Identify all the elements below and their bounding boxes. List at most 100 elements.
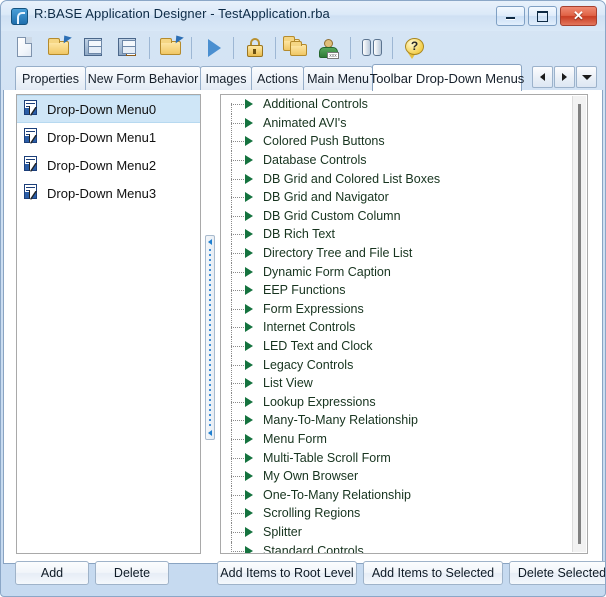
tree-row-label: DB Grid and Colored List Boxes — [263, 171, 441, 186]
tree-expander-icon[interactable] — [245, 173, 257, 184]
list-item[interactable]: Drop-Down Menu0 — [17, 95, 200, 123]
tree-row[interactable]: DB Grid and Navigator — [221, 188, 573, 208]
tree-row[interactable]: Dynamic Form Caption — [221, 262, 573, 282]
tree-row[interactable]: LED Text and Clock — [221, 337, 573, 357]
tree-row[interactable]: List View — [221, 374, 573, 394]
tab-toolbar-drop-down-menus[interactable]: Toolbar Drop-Down Menus — [369, 64, 525, 91]
splitter-collapse-left-icon-bottom — [208, 430, 212, 436]
tree-expander-icon[interactable] — [245, 210, 257, 221]
drop-down-menu-list[interactable]: Drop-Down Menu0 Drop-Down Menu1 Drop-Dow… — [16, 94, 201, 554]
add-items-to-root-button[interactable]: Add Items to Root Level — [217, 561, 357, 585]
tree-expander-icon[interactable] — [245, 303, 257, 314]
help-icon[interactable] — [400, 34, 428, 62]
add-items-to-selected-button[interactable]: Add Items to Selected — [363, 561, 503, 585]
tree-expander-icon[interactable] — [245, 433, 257, 444]
tree-row-label: DB Rich Text — [263, 227, 336, 242]
tree-connector — [231, 541, 245, 553]
tree-row[interactable]: One-To-Many Relationship — [221, 485, 573, 505]
tree-expander-icon[interactable] — [245, 396, 257, 407]
tree-row[interactable]: Multi-Table Scroll Form — [221, 448, 573, 468]
tree-row[interactable]: EEP Functions — [221, 281, 573, 301]
tree-row[interactable]: Menu Form — [221, 429, 573, 449]
list-item-label: Drop-Down Menu3 — [47, 185, 157, 201]
copy-folder-icon[interactable] — [283, 34, 311, 62]
tree-expander-icon[interactable] — [245, 378, 257, 389]
toolbar-separator — [275, 37, 276, 59]
delete-button[interactable]: Delete — [95, 561, 169, 585]
form-tree-panel[interactable]: Additional Controls Animated AVI's Colored… — [220, 94, 588, 554]
list-item[interactable]: Drop-Down Menu2 — [17, 151, 200, 179]
tree-expander-icon[interactable] — [245, 322, 257, 333]
tree-row-label: One-To-Many Relationship — [263, 487, 411, 502]
tree-row[interactable]: My Own Browser — [221, 467, 573, 487]
tree-expander-icon[interactable] — [245, 266, 257, 277]
list-item[interactable]: Drop-Down Menu1 — [17, 123, 200, 151]
tab-scroll-left-button[interactable] — [532, 66, 553, 88]
run-icon[interactable] — [199, 34, 227, 62]
tree-row[interactable]: Splitter — [221, 522, 573, 542]
tree-row[interactable]: DB Grid and Colored List Boxes — [221, 169, 573, 189]
save-icon[interactable] — [79, 34, 107, 62]
tree-expander-icon[interactable] — [245, 99, 257, 110]
tree-expander-icon[interactable] — [245, 545, 257, 553]
tree-expander-icon[interactable] — [245, 452, 257, 463]
tab-list-dropdown-button[interactable] — [576, 66, 597, 88]
binoculars-icon[interactable] — [358, 34, 386, 62]
tree-expander-icon[interactable] — [245, 526, 257, 537]
tree-expander-icon[interactable] — [245, 508, 257, 519]
tab-main-menu[interactable]: Main Menu — [303, 66, 373, 90]
open-recent-icon[interactable] — [157, 32, 185, 62]
tree-row[interactable]: Legacy Controls — [221, 355, 573, 375]
tree-expander-icon[interactable] — [245, 192, 257, 203]
tab-actions[interactable]: Actions — [251, 66, 304, 90]
tree-row[interactable]: Many-To-Many Relationship — [221, 411, 573, 431]
minimize-button[interactable] — [496, 6, 525, 26]
tree-row[interactable]: Animated AVI's — [221, 113, 573, 133]
tree-expander-icon[interactable] — [245, 248, 257, 259]
tree-row[interactable]: Scrolling Regions — [221, 504, 573, 524]
lock-icon[interactable] — [241, 34, 269, 62]
tree-connector — [231, 132, 245, 152]
tree-expander-icon[interactable] — [245, 471, 257, 482]
tree-row[interactable]: Internet Controls — [221, 318, 573, 338]
tree-expander-icon[interactable] — [245, 341, 257, 352]
tree-expander-icon[interactable] — [245, 136, 257, 147]
user-icon[interactable]: xxx — [314, 34, 342, 62]
tree-row[interactable]: Standard Controls — [221, 541, 573, 553]
tree-expander-icon[interactable] — [245, 117, 257, 128]
tree-expander-icon[interactable] — [245, 155, 257, 166]
tree-row[interactable]: DB Grid Custom Column — [221, 206, 573, 226]
add-button[interactable]: Add — [15, 561, 89, 585]
tree-row[interactable]: DB Rich Text — [221, 225, 573, 245]
tab-new-form-behavior[interactable]: New Form Behavior — [85, 66, 201, 90]
close-button[interactable]: ✕ — [560, 6, 597, 26]
tree-expander-icon[interactable] — [245, 285, 257, 296]
maximize-button[interactable] — [528, 6, 557, 26]
tab-strip: Properties New Form Behavior Images Acti… — [1, 64, 605, 91]
delete-selected-button[interactable]: Delete Selected — [509, 561, 605, 585]
tab-properties[interactable]: Properties — [15, 66, 86, 90]
tree-vertical-scrollbar[interactable] — [572, 96, 586, 552]
tree-row[interactable]: Additional Controls — [221, 95, 573, 115]
tab-label: Images — [205, 71, 247, 86]
tree-row[interactable]: Colored Push Buttons — [221, 132, 573, 152]
tree-row[interactable]: Directory Tree and File List — [221, 244, 573, 264]
panel-splitter[interactable] — [205, 235, 215, 440]
tree-expander-icon[interactable] — [245, 359, 257, 370]
tab-scroll-right-button[interactable] — [554, 66, 575, 88]
tree-expander-icon[interactable] — [245, 229, 257, 240]
tree-row[interactable]: Form Expressions — [221, 299, 573, 319]
tree-row[interactable]: Database Controls — [221, 151, 573, 171]
new-file-icon[interactable] — [11, 34, 39, 62]
tab-images[interactable]: Images — [200, 66, 252, 90]
list-item[interactable]: Drop-Down Menu3 — [17, 179, 200, 207]
tree-scrollbar-thumb[interactable] — [578, 104, 581, 544]
chevron-down-icon — [581, 74, 592, 80]
open-folder-icon[interactable] — [45, 32, 73, 62]
tab-label: Toolbar Drop-Down Menus — [369, 70, 525, 86]
save-as-icon[interactable]: ? — [113, 34, 141, 62]
toolbar-separator — [350, 37, 351, 59]
tree-expander-icon[interactable] — [245, 489, 257, 500]
tree-expander-icon[interactable] — [245, 415, 257, 426]
tree-row[interactable]: Lookup Expressions — [221, 392, 573, 412]
